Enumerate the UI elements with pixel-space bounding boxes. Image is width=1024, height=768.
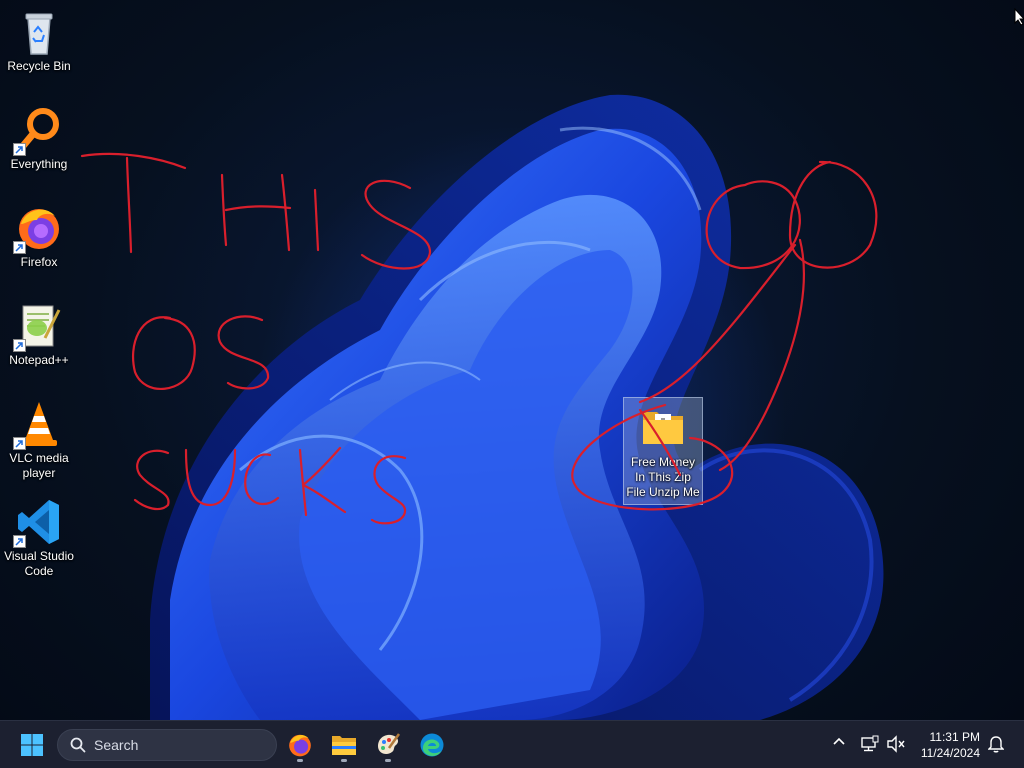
shortcut-arrow-icon — [13, 535, 26, 548]
taskbar-edge-button[interactable] — [414, 727, 450, 763]
paint-icon — [378, 733, 401, 754]
volume-muted-icon[interactable] — [886, 735, 906, 753]
desktop-icon-label: Firefox — [20, 255, 58, 269]
notepad-plus-plus-icon — [13, 302, 63, 352]
desktop-icon-label: VLC media player — [9, 451, 69, 480]
taskbar-file-explorer-button[interactable] — [326, 727, 362, 763]
running-indicator — [297, 759, 303, 762]
shortcut-arrow-icon — [13, 339, 26, 352]
firefox-icon — [289, 734, 311, 757]
vlc-icon — [13, 400, 63, 450]
desktop-icon-label: Everything — [10, 157, 68, 171]
desktop-icon-notepad-plus-plus[interactable]: Notepad++ — [1, 302, 77, 368]
wallpaper-bloom — [150, 94, 884, 720]
running-indicator — [385, 759, 391, 762]
desktop-icon-label: Visual Studio Code — [4, 549, 74, 578]
taskbar-paint-button[interactable] — [370, 727, 406, 763]
search-placeholder: Search — [94, 737, 139, 753]
clock-time: 11:31 PM — [929, 730, 980, 744]
desktop[interactable]: Recycle Bin Everything Firefox Notepad++… — [0, 0, 1024, 720]
taskbar-firefox-button[interactable] — [282, 727, 318, 763]
edge-icon — [420, 733, 444, 757]
desktop-icon-vlc[interactable]: VLC media player — [1, 400, 77, 481]
desktop-icon-zip-file[interactable]: Free Money In This Zip File Unzip Me — [623, 397, 703, 505]
search-icon — [70, 737, 86, 753]
clock-date: 11/24/2024 — [920, 746, 980, 760]
taskbar: Search 11:31 PM 11/24/2024 — [0, 720, 1024, 768]
desktop-icon-everything[interactable]: Everything — [1, 106, 77, 172]
file-explorer-icon — [332, 736, 356, 755]
mouse-cursor-icon — [1014, 8, 1024, 26]
zip-folder-icon — [639, 404, 687, 452]
start-button[interactable] — [14, 727, 50, 763]
desktop-icon-vscode[interactable]: Visual Studio Code — [1, 498, 77, 579]
vscode-icon — [13, 498, 63, 548]
desktop-icon-firefox[interactable]: Firefox — [1, 204, 77, 270]
recycle-bin-icon — [15, 8, 63, 56]
running-indicator — [341, 759, 347, 762]
system-clock[interactable]: 11:31 PM 11/24/2024 — [921, 729, 980, 761]
desktop-icon-recycle-bin[interactable]: Recycle Bin — [1, 8, 77, 74]
chevron-up-icon[interactable] — [832, 735, 846, 749]
windows-logo-icon — [21, 734, 43, 756]
shortcut-arrow-icon — [13, 241, 26, 254]
everything-search-icon — [13, 106, 63, 156]
notification-bell-icon[interactable] — [988, 735, 1004, 753]
desktop-icon-label: Recycle Bin — [7, 59, 71, 73]
shortcut-arrow-icon — [13, 437, 26, 450]
firefox-icon — [13, 204, 63, 254]
network-icon[interactable] — [861, 735, 879, 753]
shortcut-arrow-icon — [13, 143, 26, 156]
taskbar-search-box[interactable]: Search — [57, 729, 277, 761]
desktop-icon-label: Free Money In This Zip File Unzip Me — [626, 455, 700, 499]
desktop-icon-label: Notepad++ — [9, 353, 69, 367]
